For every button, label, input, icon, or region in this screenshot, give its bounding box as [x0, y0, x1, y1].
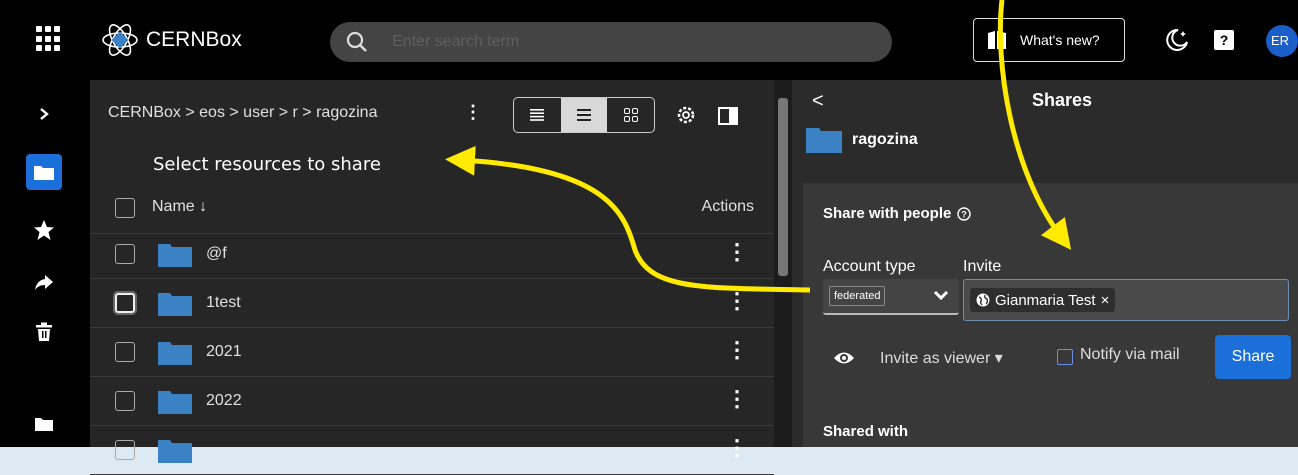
view-tiles[interactable] — [607, 98, 654, 132]
folder-icon — [158, 244, 192, 267]
app-name: CERNBox — [146, 28, 242, 51]
resource-name: ragozina — [852, 131, 918, 148]
globe-icon — [976, 293, 990, 307]
top-bar: CERNBox What's new? ? ER — [0, 0, 1298, 80]
info-icon[interactable]: ? — [957, 206, 972, 221]
gear-icon[interactable] — [676, 105, 696, 125]
nav-favorites[interactable] — [26, 212, 62, 248]
grid-icon — [623, 108, 638, 122]
role-dropdown[interactable]: Invite as viewer ▾ — [880, 348, 1003, 368]
select-all-checkbox[interactable] — [115, 198, 135, 218]
share-with-people-heading: Share with people ? — [823, 205, 972, 222]
table-header: Name ↓ Actions — [90, 183, 774, 234]
invite-label: Invite — [963, 258, 1002, 275]
folder-icon — [158, 440, 192, 463]
moon-icon[interactable] — [1164, 27, 1190, 53]
search-input[interactable] — [390, 32, 874, 52]
scrollbar-thumb[interactable] — [778, 98, 788, 276]
table-row[interactable]: 2021 ⋮ — [90, 328, 774, 377]
notify-checkbox[interactable] — [1057, 349, 1073, 365]
chevron-down-icon — [933, 290, 949, 301]
nav-shared[interactable] — [26, 264, 62, 300]
role-label: Invite as viewer — [880, 350, 991, 367]
nav-trash[interactable] — [26, 314, 62, 350]
resource-name[interactable]: 1test — [206, 294, 241, 312]
nav-expand-button[interactable] — [26, 96, 62, 132]
row-checkbox[interactable] — [115, 391, 135, 411]
folder-icon — [158, 293, 192, 316]
breadcrumb-menu-icon[interactable]: ⋮ — [464, 102, 482, 123]
whats-new-label: What's new? — [1020, 32, 1100, 48]
nav-personal[interactable] — [26, 154, 62, 190]
folder-icon — [35, 418, 53, 431]
app-logo[interactable]: CERNBox — [100, 22, 242, 58]
table-row[interactable]: 1test ⋮ — [90, 279, 774, 328]
row-checkbox[interactable] — [115, 342, 135, 362]
folder-icon — [806, 128, 842, 153]
share-with-people-section: Share with people ? Account type Invite … — [803, 183, 1298, 447]
resource-name[interactable]: @f — [206, 245, 227, 263]
svg-text:?: ? — [962, 209, 968, 219]
column-name[interactable]: Name ↓ — [152, 198, 207, 216]
row-actions-icon[interactable]: ⋮ — [726, 435, 748, 461]
view-table[interactable] — [560, 98, 608, 132]
search-bar[interactable] — [330, 22, 892, 62]
share-button[interactable]: Share — [1215, 335, 1291, 379]
back-button[interactable]: < — [812, 90, 824, 113]
folder-icon — [34, 166, 54, 180]
folder-icon — [158, 342, 192, 365]
row-actions-icon[interactable]: ⋮ — [726, 386, 748, 412]
avatar[interactable]: ER — [1266, 25, 1298, 57]
view-condensed-table[interactable] — [514, 98, 561, 132]
remove-invitee-icon[interactable]: × — [1101, 292, 1110, 309]
star-icon — [34, 220, 54, 240]
invitee-chip: Gianmaria Test × — [970, 288, 1116, 312]
row-checkbox[interactable] — [115, 293, 135, 313]
sidebar-toggle-icon[interactable] — [718, 107, 738, 125]
resource-name[interactable]: 2022 — [206, 392, 242, 410]
app-grid-icon[interactable] — [36, 26, 62, 52]
file-list-pane: CERNBox > eos > user > r > ragozina ⋮ Na… — [90, 80, 774, 475]
account-type-label: Account type — [823, 258, 916, 275]
trash-icon — [36, 322, 52, 341]
condensed-list-icon — [530, 109, 545, 121]
notify-label[interactable]: Notify via mail — [1080, 346, 1180, 364]
list-icon — [577, 109, 591, 121]
panel-title: Shares — [1032, 90, 1093, 110]
row-checkbox[interactable] — [115, 244, 135, 264]
row-actions-icon[interactable]: ⋮ — [726, 239, 748, 265]
column-actions: Actions — [701, 198, 754, 215]
atom-icon — [102, 24, 138, 56]
search-icon — [346, 31, 367, 52]
chevron-right-icon — [40, 108, 49, 120]
breadcrumb[interactable]: CERNBox > eos > user > r > ragozina — [108, 104, 377, 122]
help-icon[interactable]: ? — [1214, 30, 1234, 50]
caret-down-icon: ▾ — [994, 350, 1003, 367]
table-row[interactable]: ⋮ — [90, 426, 774, 475]
table-row[interactable]: 2022 ⋮ — [90, 377, 774, 426]
account-type-value: federated — [829, 286, 886, 306]
book-icon — [988, 31, 1006, 49]
invitee-name: Gianmaria Test — [995, 291, 1096, 309]
account-type-select[interactable]: federated — [823, 279, 959, 315]
view-mode-toggle[interactable] — [513, 97, 655, 133]
annotation-hint: Select resources to share — [153, 154, 381, 175]
left-nav — [0, 80, 90, 447]
invite-input[interactable]: Gianmaria Test × — [963, 279, 1289, 321]
row-checkbox[interactable] — [115, 440, 135, 460]
file-list-scrollbar[interactable] — [774, 80, 792, 447]
share-arrow-icon — [35, 275, 53, 290]
folder-icon — [158, 391, 192, 414]
table-row[interactable]: @f ⋮ — [90, 230, 774, 279]
shared-with-heading: Shared with — [823, 423, 909, 440]
row-actions-icon[interactable]: ⋮ — [726, 337, 748, 363]
eye-icon — [834, 352, 854, 364]
row-actions-icon[interactable]: ⋮ — [726, 288, 748, 314]
nav-projects[interactable] — [26, 406, 62, 442]
share-panel: < Shares ragozina Share with people ? Ac… — [792, 80, 1298, 447]
share-with-people-label: Share with people — [823, 205, 952, 222]
resource-name[interactable]: 2021 — [206, 343, 242, 361]
whats-new-button[interactable]: What's new? — [973, 18, 1125, 62]
